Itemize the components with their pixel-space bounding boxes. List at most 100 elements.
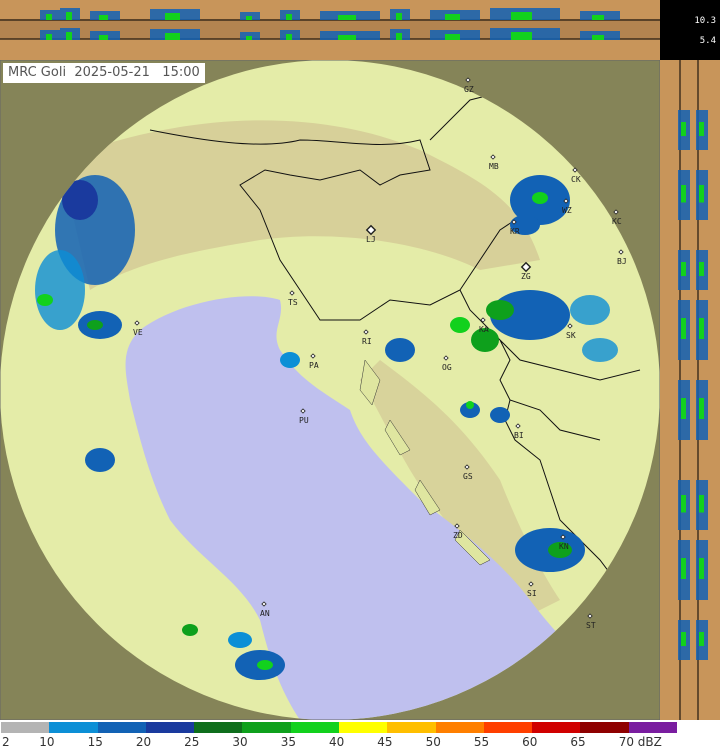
top-echo-core xyxy=(66,32,72,40)
legend-swatch xyxy=(1,722,50,733)
top-echo-core xyxy=(66,12,72,20)
city-label: PA xyxy=(309,361,319,370)
city-lj: LJ xyxy=(365,224,377,244)
city-label: LJ xyxy=(366,235,376,244)
legend-swatch xyxy=(194,722,243,733)
city-label: ST xyxy=(586,621,596,630)
top-echo-core xyxy=(396,13,402,20)
right-echo-core xyxy=(699,495,704,513)
city-zg: ZG xyxy=(520,261,532,281)
city-label: KR xyxy=(510,227,520,236)
top-echo-core xyxy=(286,14,292,20)
legend-tick-label: 50 xyxy=(425,735,441,749)
top-echo-core xyxy=(46,14,52,20)
city-label: AN xyxy=(260,609,270,618)
right-echo-core xyxy=(699,558,704,579)
right-echo-core xyxy=(699,122,704,136)
legend-swatch xyxy=(339,722,388,733)
top-echo-core xyxy=(592,35,604,40)
right-echo-core xyxy=(681,558,686,579)
city-label: SK xyxy=(566,331,576,340)
right-echo-core xyxy=(681,262,686,276)
city-label: ZG xyxy=(521,272,531,281)
legend-tick-label: 65 xyxy=(570,735,586,749)
top-echo-core xyxy=(99,35,108,40)
top-echo-core xyxy=(445,14,460,20)
dbz-legend: 2 10 15 20 25 30 35 40 45 50 55 60 65 70 dBZ xyxy=(0,720,720,751)
legend-tick-label: 45 xyxy=(377,735,393,749)
city-label: TS xyxy=(288,298,298,307)
city-label: MB xyxy=(489,162,499,171)
city-label: KN xyxy=(559,542,569,551)
legend-tick-label: 55 xyxy=(473,735,490,749)
top-echo-core xyxy=(46,34,52,40)
legend-swatch xyxy=(145,722,195,733)
legend-swatch xyxy=(532,722,581,733)
top-echo-core xyxy=(165,33,180,40)
city-label: VE xyxy=(133,328,143,337)
legend-tick-label: 70 dBZ xyxy=(618,735,662,749)
legend-swatch xyxy=(242,722,291,733)
legend-swatch xyxy=(387,722,436,733)
city-label: GS xyxy=(463,472,473,481)
city-label: SI xyxy=(527,589,537,598)
right-echo-core xyxy=(681,318,686,339)
legend-tick-label: 15 xyxy=(87,735,103,749)
legend-tick-label: 10 xyxy=(39,735,55,749)
city-label: BI xyxy=(514,431,524,440)
top-cross-section xyxy=(0,0,660,60)
radar-map[interactable]: GZ MB CK WZ KR KC LJ BJ ZG TS VE RI KA SK PA OG PU BI GS ZD… xyxy=(0,60,660,720)
title-date: 2025-05-21 xyxy=(74,65,150,80)
right-echo-core xyxy=(699,318,704,339)
top-echo-core xyxy=(246,16,252,20)
right-echo-core xyxy=(681,632,686,646)
top-echo-core xyxy=(338,35,356,40)
right-echo-core xyxy=(699,185,704,203)
top-echo-core xyxy=(445,34,460,40)
legend-tick-label: 35 xyxy=(280,735,296,749)
corner-value-1: 10.3 xyxy=(694,16,716,26)
city-label: GZ xyxy=(464,85,474,94)
top-echo-core xyxy=(511,12,532,20)
title-time: 15:00 xyxy=(162,65,200,80)
map-title: MRC Goli 2025-05-21 15:00 xyxy=(3,63,205,83)
legend-tick-label: 40 xyxy=(329,735,345,749)
station-name: MRC Goli xyxy=(8,65,67,80)
top-echo-core xyxy=(99,15,108,20)
legend-tick-label: 20 xyxy=(135,735,152,749)
legend-swatch xyxy=(49,722,98,733)
top-echo-core xyxy=(286,34,292,40)
corner-value-2: 5.4 xyxy=(699,36,716,46)
top-echo-core xyxy=(511,32,532,40)
legend-swatch xyxy=(628,722,677,733)
legend-swatch xyxy=(97,722,146,733)
legend-tick-label: 25 xyxy=(184,735,200,749)
city-label: KC xyxy=(612,217,622,226)
legend-tick-label: 60 xyxy=(522,735,538,749)
right-echo-core xyxy=(681,495,686,513)
right-echo-core xyxy=(681,185,686,203)
legend-swatch xyxy=(435,722,484,733)
city-label: OG xyxy=(442,363,452,372)
right-cross-section xyxy=(660,60,720,720)
right-echo-core xyxy=(681,398,686,419)
corner-panel: 10.3 5.4 xyxy=(660,0,720,60)
top-echo-core xyxy=(592,15,604,20)
right-echo-core xyxy=(699,398,704,419)
top-echo-core xyxy=(396,33,402,40)
city-label: WZ xyxy=(562,206,572,215)
legend-swatch xyxy=(483,722,533,733)
right-echo-core xyxy=(699,632,704,646)
top-echo-core xyxy=(338,15,356,20)
legend-swatch xyxy=(580,722,629,733)
city-label: ZD xyxy=(453,531,463,540)
legend-swatch xyxy=(290,722,339,733)
city-label: PU xyxy=(299,416,309,425)
top-echo-core xyxy=(165,13,180,20)
city-label: BJ xyxy=(617,257,627,266)
right-echo-core xyxy=(699,262,704,276)
city-label: RI xyxy=(362,337,372,346)
right-echo-core xyxy=(681,122,686,136)
city-label: KA xyxy=(479,325,489,334)
city-label: CK xyxy=(571,175,581,184)
